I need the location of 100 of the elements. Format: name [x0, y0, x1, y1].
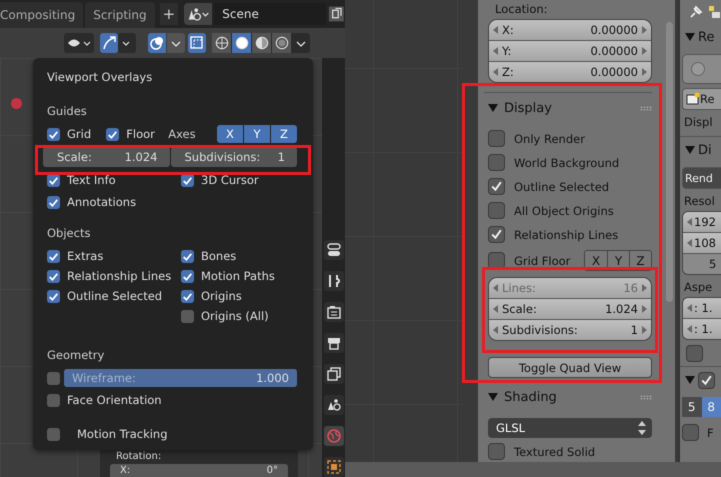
panel-title[interactable]: Re: [698, 30, 714, 44]
overlay-checkbox[interactable]: Annotations: [47, 192, 181, 212]
shading-mode-button[interactable]: [272, 33, 291, 53]
textured-solid-checkbox[interactable]: Textured Solid: [488, 441, 652, 462]
overlays-toggle-icon[interactable]: [148, 33, 166, 53]
panel-enable-checkbox[interactable]: [698, 372, 715, 388]
aspect-field[interactable]: : 1.: [683, 318, 721, 339]
display-checkbox[interactable]: All Object Origins: [488, 200, 652, 221]
visibility-eye-icon[interactable]: [64, 33, 94, 53]
toggle-quad-view-button[interactable]: Toggle Quad View: [488, 357, 652, 378]
gizmo-toggle-icon[interactable]: [100, 33, 136, 53]
aspect-field[interactable]: : 1.: [683, 298, 721, 318]
panel-title[interactable]: Di: [698, 142, 712, 158]
display-checkbox[interactable]: World Background: [488, 152, 652, 173]
increment-arrow-icon[interactable]: [642, 26, 647, 34]
overlay-checkbox[interactable]: Outline Selected: [47, 286, 181, 306]
render-preset-button[interactable]: Rend: [682, 167, 721, 189]
drag-grip-icon[interactable]: [640, 394, 652, 400]
overlay-checkbox[interactable]: Origins (All): [181, 306, 303, 326]
sample-toggle[interactable]: 5: [682, 397, 702, 417]
radio-button[interactable]: [691, 62, 705, 76]
panel-expand-icon[interactable]: [685, 145, 695, 155]
up-down-arrows-icon: [638, 421, 646, 435]
location-field[interactable]: Z: 0.00000: [489, 61, 651, 82]
panel-title[interactable]: Display: [504, 100, 552, 116]
floor-checkbox[interactable]: Floor: [106, 124, 168, 144]
workspace-tab[interactable]: Compositing: [0, 2, 84, 28]
display-checkbox[interactable]: Relationship Lines: [488, 224, 652, 245]
xray-toggle-icon[interactable]: [188, 33, 206, 53]
wireframe-checkbox[interactable]: [47, 372, 60, 384]
panel-expand-icon[interactable]: [488, 392, 498, 402]
decrement-arrow-icon[interactable]: [493, 326, 498, 334]
resolution-label: Resol: [684, 193, 716, 210]
decrement-arrow-icon[interactable]: [493, 26, 498, 34]
overlay-checkbox[interactable]: Text Info: [47, 170, 181, 190]
shading-mode-button[interactable]: [232, 33, 251, 53]
add-workspace-button[interactable]: +: [160, 3, 178, 25]
printer-icon[interactable]: [324, 333, 344, 353]
scene-selector-icon[interactable]: [184, 3, 212, 25]
overlays-dropdown-icon[interactable]: [167, 33, 185, 53]
checkmark-icon: [489, 179, 504, 194]
subdivisions-field[interactable]: Subdivisions: 1: [170, 147, 297, 167]
increment-arrow-icon[interactable]: [642, 326, 647, 334]
axis-toggle[interactable]: Y: [244, 125, 270, 143]
scene-field[interactable]: Scene: [214, 3, 326, 25]
face-orientation-checkbox[interactable]: Face Orientation: [47, 390, 303, 410]
display-checkbox[interactable]: Only Render: [488, 128, 652, 149]
decrement-arrow-icon[interactable]: [687, 239, 692, 247]
display-checkbox[interactable]: Outline Selected: [488, 176, 652, 197]
grid-number-field[interactable]: Subdivisions: 1: [489, 319, 651, 340]
increment-arrow-icon[interactable]: [642, 68, 647, 76]
scene-icon[interactable]: [324, 395, 344, 415]
decrement-arrow-icon[interactable]: [687, 304, 692, 312]
axis-toggle[interactable]: Z: [271, 125, 297, 143]
overlay-checkbox[interactable]: Bones: [181, 246, 303, 266]
resolution-field[interactable]: 5: [683, 253, 721, 274]
decrement-arrow-icon[interactable]: [493, 47, 498, 55]
panel-expand-icon[interactable]: [488, 103, 498, 113]
viewport-3d[interactable]: [0, 58, 322, 477]
pin-icon[interactable]: [688, 4, 704, 20]
motion-tracking-checkbox[interactable]: Motion Tracking: [47, 424, 303, 444]
axis-toggle[interactable]: X: [217, 125, 243, 143]
increment-arrow-icon[interactable]: [642, 47, 647, 55]
world-icon[interactable]: [324, 426, 344, 446]
checkbox[interactable]: [682, 424, 699, 440]
scale-field[interactable]: Scale: 1.024: [43, 147, 170, 167]
overlay-checkbox[interactable]: Origins: [181, 286, 303, 306]
decrement-arrow-icon[interactable]: [493, 68, 498, 76]
location-field[interactable]: X: 0.00000: [489, 20, 651, 40]
workspace-tab[interactable]: Scripting: [85, 2, 155, 28]
grid-number-field[interactable]: Scale: 1.024: [489, 298, 651, 319]
location-field[interactable]: Y: 0.00000: [489, 40, 651, 61]
overlay-checkbox[interactable]: Relationship Lines: [47, 266, 181, 286]
panel-title[interactable]: Shading: [504, 390, 557, 404]
grid-checkbox[interactable]: Grid: [47, 124, 106, 144]
checkbox[interactable]: [686, 345, 703, 362]
shading-mode-dropdown[interactable]: GLSL: [488, 418, 652, 438]
tool-settings-icon[interactable]: [324, 240, 344, 260]
render-button[interactable]: Re: [682, 88, 721, 110]
shading-mode-button[interactable]: [212, 33, 231, 53]
decrement-arrow-icon[interactable]: [687, 325, 692, 333]
shading-mode-button[interactable]: [252, 33, 271, 53]
decrement-arrow-icon[interactable]: [493, 305, 498, 313]
drag-grip-icon[interactable]: [640, 106, 652, 110]
resolution-field[interactable]: 192: [683, 212, 721, 232]
wireframe-slider[interactable]: Wireframe: 1.000: [64, 369, 297, 387]
copy-icon[interactable]: [328, 5, 345, 23]
overlay-checkbox[interactable]: 3D Cursor: [181, 170, 303, 190]
panel-expand-icon[interactable]: [685, 32, 695, 42]
panel-expand-icon[interactable]: [685, 375, 695, 385]
overlay-checkbox[interactable]: Motion Paths: [181, 266, 303, 286]
object-icon[interactable]: [324, 457, 344, 477]
render-layers-icon[interactable]: [708, 4, 720, 20]
resolution-field[interactable]: 108: [683, 232, 721, 253]
rotation-x-field[interactable]: X: 0°: [110, 464, 288, 477]
overlay-checkbox[interactable]: Extras: [47, 246, 181, 266]
decrement-arrow-icon[interactable]: [687, 218, 692, 226]
images-icon[interactable]: [324, 364, 344, 384]
grid-floor-checkbox[interactable]: Grid Floor: [488, 250, 570, 271]
increment-arrow-icon[interactable]: [642, 305, 647, 313]
